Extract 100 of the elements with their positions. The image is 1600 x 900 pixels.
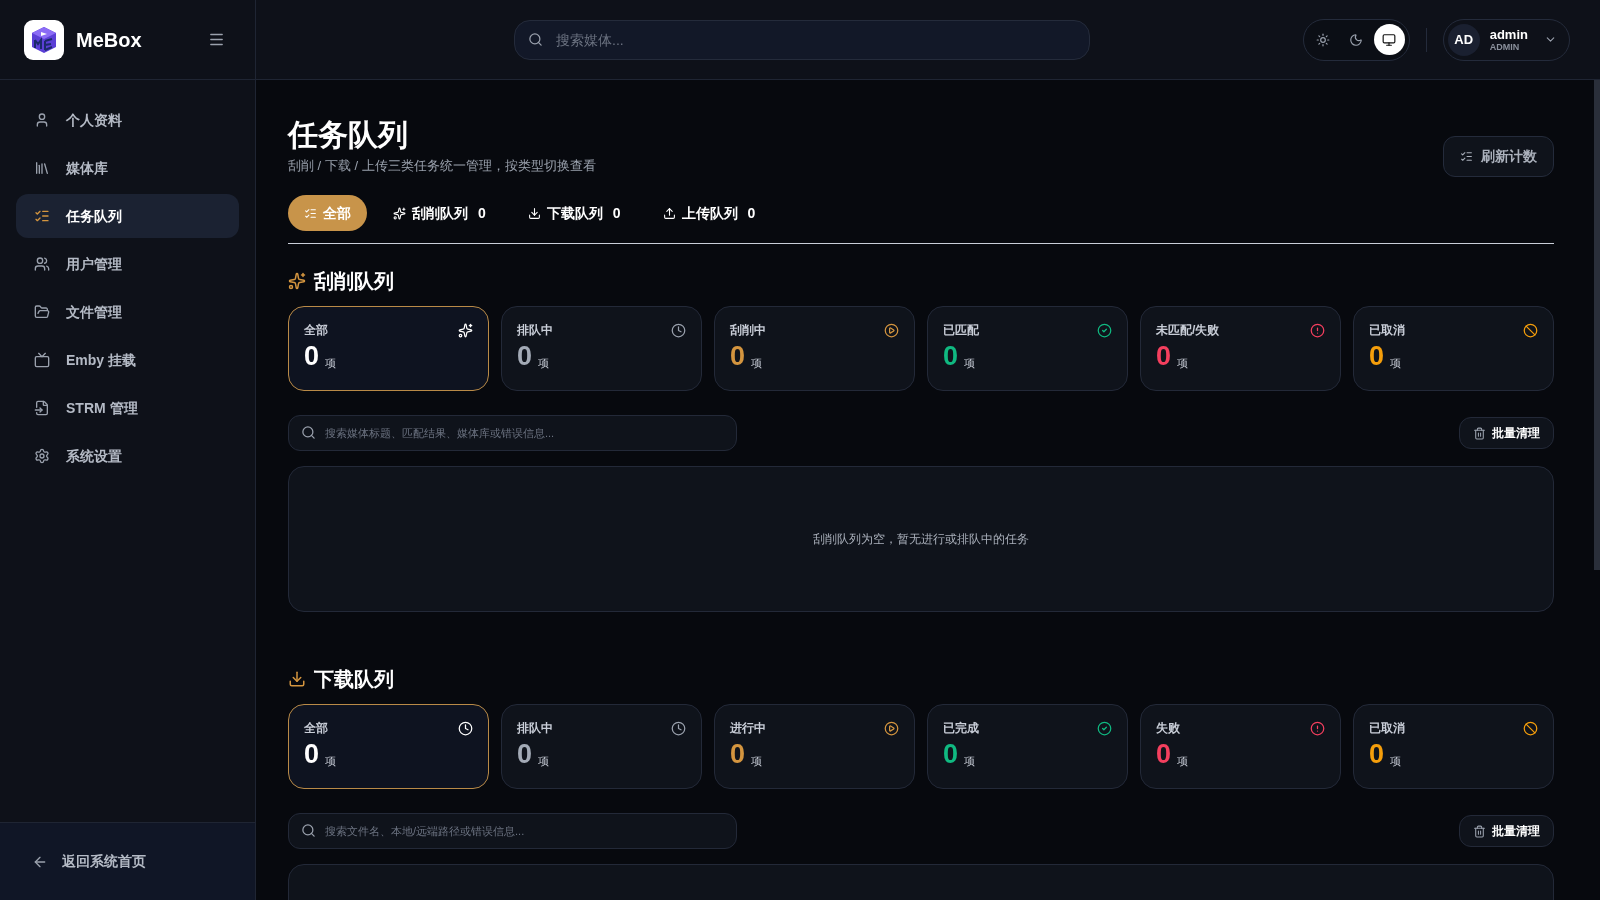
stat-card[interactable]: 已取消 0 项 bbox=[1353, 306, 1554, 391]
queue-tab[interactable]: 上传队列 0 bbox=[646, 195, 772, 231]
sidebar-item[interactable]: Emby 挂载 bbox=[16, 338, 239, 382]
back-home-link[interactable]: 返回系统首页 bbox=[16, 851, 162, 872]
stat-value: 0 bbox=[1369, 741, 1385, 768]
stat-card[interactable]: 已完成 0 项 bbox=[927, 704, 1128, 789]
bulk-clear-button[interactable]: 批量清理 bbox=[1459, 417, 1554, 449]
section-title: 刮削队列 bbox=[314, 269, 394, 294]
sun-icon bbox=[1316, 32, 1331, 47]
stat-label: 已匹配 bbox=[943, 322, 979, 339]
stat-unit: 项 bbox=[964, 756, 976, 767]
stat-value: 0 bbox=[1369, 343, 1385, 370]
stat-card[interactable]: 失败 0 项 bbox=[1140, 704, 1341, 789]
sidebar-item[interactable]: STRM 管理 bbox=[16, 386, 239, 430]
clock-icon bbox=[458, 720, 473, 736]
user-avatar: AD bbox=[1447, 23, 1480, 56]
stat-label: 进行中 bbox=[730, 720, 766, 737]
tv-icon bbox=[34, 352, 50, 368]
stat-unit: 项 bbox=[1177, 756, 1189, 767]
stat-card[interactable]: 全部 0 项 bbox=[288, 704, 489, 789]
search-field[interactable]: 搜索媒体标题、匹配结果、媒体库或错误信息... bbox=[288, 415, 737, 451]
download-icon bbox=[288, 670, 306, 688]
sidebar-item[interactable]: 用户管理 bbox=[16, 242, 239, 286]
stat-card[interactable]: 已匹配 0 项 bbox=[927, 306, 1128, 391]
user-role: ADMIN bbox=[1489, 42, 1521, 52]
search-icon bbox=[301, 823, 316, 838]
ban-icon bbox=[1523, 322, 1538, 338]
monitor-icon bbox=[1382, 32, 1397, 47]
stat-card[interactable]: 排队中 0 项 bbox=[501, 306, 702, 391]
user-name: admin bbox=[1489, 27, 1528, 41]
folder-icon bbox=[34, 304, 50, 320]
alert-icon bbox=[1310, 322, 1325, 338]
check-circle-icon bbox=[1097, 720, 1112, 736]
stat-card[interactable]: 全部 0 项 bbox=[288, 306, 489, 391]
stat-card[interactable]: 进行中 0 项 bbox=[714, 704, 915, 789]
sparkle-icon bbox=[393, 206, 406, 220]
user-icon bbox=[34, 112, 50, 128]
theme-option[interactable] bbox=[1373, 24, 1405, 55]
stat-unit: 项 bbox=[325, 756, 337, 767]
moon-icon bbox=[1349, 32, 1364, 47]
stat-card[interactable]: 未匹配/失败 0 项 bbox=[1140, 306, 1341, 391]
search-field[interactable]: 搜索文件名、本地/远端路径或错误信息... bbox=[288, 813, 737, 849]
scrollbar[interactable] bbox=[1594, 80, 1600, 570]
settings-icon bbox=[34, 448, 50, 464]
sparkle-icon bbox=[458, 322, 473, 338]
stat-value: 0 bbox=[517, 741, 533, 768]
queue-tab[interactable]: 下载队列 0 bbox=[511, 195, 637, 231]
search-field[interactable]: 搜索媒体... bbox=[514, 19, 1090, 60]
queue-tab[interactable]: 刮削队列 0 bbox=[377, 195, 502, 231]
stat-unit: 项 bbox=[751, 358, 763, 369]
stat-value: 0 bbox=[304, 741, 320, 768]
stat-card[interactable]: 排队中 0 项 bbox=[501, 704, 702, 789]
checklist-icon bbox=[1460, 150, 1473, 163]
empty-message: 刮削队列为空，暂无进行或排队中的任务 bbox=[813, 531, 1029, 548]
alert-icon bbox=[1310, 720, 1325, 736]
stat-label: 排队中 bbox=[517, 322, 553, 339]
stat-card[interactable]: 刮削中 0 项 bbox=[714, 306, 915, 391]
stat-unit: 项 bbox=[325, 358, 337, 369]
users-icon bbox=[34, 256, 50, 272]
sidebar-item[interactable]: 媒体库 bbox=[16, 146, 239, 190]
library-icon bbox=[34, 160, 50, 176]
sparkle-icon bbox=[288, 272, 306, 290]
stat-value: 0 bbox=[730, 741, 746, 768]
stat-label: 已完成 bbox=[943, 720, 979, 737]
trash-icon bbox=[1473, 824, 1486, 838]
file-icon bbox=[34, 400, 50, 416]
page-title: 任务队列 bbox=[288, 117, 409, 153]
stat-label: 已取消 bbox=[1369, 322, 1405, 339]
checklist-icon bbox=[304, 206, 317, 220]
search-icon bbox=[528, 31, 543, 47]
check-circle-icon bbox=[1097, 322, 1112, 338]
stat-label: 刮削中 bbox=[730, 322, 766, 339]
brand-name: MeBox bbox=[76, 27, 142, 53]
stat-label: 已取消 bbox=[1369, 720, 1405, 737]
stat-value: 0 bbox=[1156, 741, 1172, 768]
stat-value: 0 bbox=[517, 343, 533, 370]
sidebar-item[interactable]: 任务队列 bbox=[16, 194, 239, 238]
stat-card[interactable]: 已取消 0 项 bbox=[1353, 704, 1554, 789]
stat-value: 0 bbox=[1156, 343, 1172, 370]
refresh-count-button[interactable]: 刷新计数 bbox=[1443, 136, 1554, 177]
sidebar-item[interactable]: 个人资料 bbox=[16, 98, 239, 142]
bulk-clear-button[interactable]: 批量清理 bbox=[1459, 815, 1554, 847]
stat-label: 排队中 bbox=[517, 720, 553, 737]
stat-unit: 项 bbox=[1390, 756, 1402, 767]
stat-value: 0 bbox=[730, 343, 746, 370]
stat-label: 未匹配/失败 bbox=[1156, 322, 1220, 339]
upload-icon bbox=[662, 206, 676, 220]
stat-value: 0 bbox=[943, 343, 959, 370]
stat-label: 全部 bbox=[304, 322, 328, 339]
section-title: 下载队列 bbox=[314, 667, 394, 692]
sidebar-item[interactable]: 文件管理 bbox=[16, 290, 239, 334]
sidebar-item[interactable]: 系统设置 bbox=[16, 434, 239, 478]
menu-button[interactable] bbox=[208, 31, 225, 48]
stat-value: 0 bbox=[943, 741, 959, 768]
stat-label: 失败 bbox=[1156, 720, 1180, 737]
stat-unit: 项 bbox=[1390, 358, 1402, 369]
stat-unit: 项 bbox=[538, 756, 550, 767]
play-icon bbox=[884, 720, 899, 736]
stat-unit: 项 bbox=[1177, 358, 1189, 369]
stat-unit: 项 bbox=[964, 358, 976, 369]
